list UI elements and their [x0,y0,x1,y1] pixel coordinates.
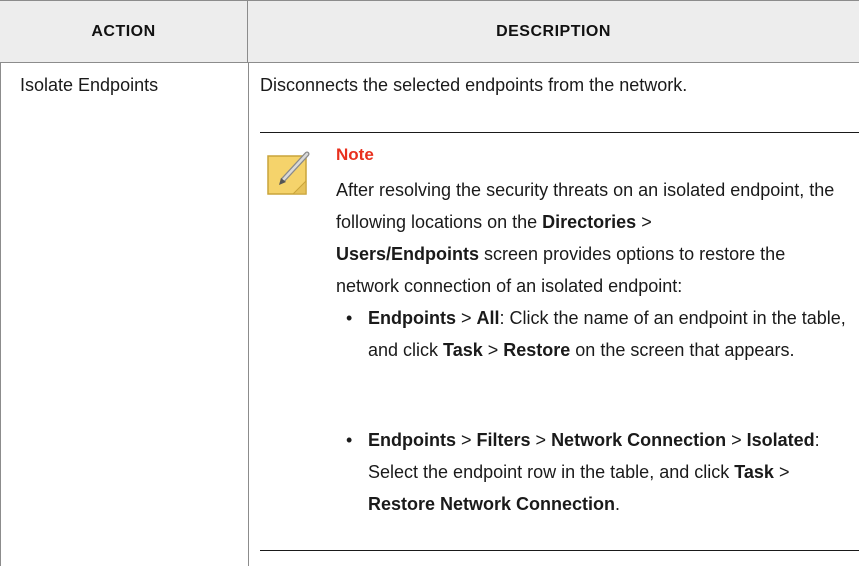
note-separator: > [636,212,652,232]
column-header-description: DESCRIPTION [248,0,859,63]
bullet1-sep2: > [482,340,504,360]
table-left-border [0,0,1,566]
note-pencil-icon [267,151,310,195]
bullet2-filters: Filters [476,430,531,450]
bullet2-sep1: > [456,430,477,450]
column-header-description-label: DESCRIPTION [496,22,611,40]
bullet2-task: Task [734,462,774,482]
bullet2-isolated: Isolated [746,430,815,450]
bullet2-sep3: > [726,430,747,450]
note-users-endpoints-label: Users/Endpoints [336,244,480,264]
note-bottom-rule [260,550,859,551]
bullet1-all: All [476,308,500,328]
note-directories-label: Directories [542,212,637,232]
action-cell: Isolate Endpoints [20,75,159,95]
bullet1-task: Task [443,340,483,360]
bullet2-restore-network-connection: Restore Network Connection [368,494,616,514]
note-title: Note [336,145,374,164]
bullet2-endpoints: Endpoints [368,430,456,450]
note-top-rule [260,132,859,133]
bullet1-endpoints: Endpoints [368,308,456,328]
column-divider [248,63,249,566]
bullet-icon: • [346,308,353,328]
bullet2-sep2: > [530,430,552,450]
column-header-action-label: ACTION [91,22,156,40]
bullet2-sep4: > [773,462,790,482]
bullet2-text2: . [615,494,621,514]
column-header-action: ACTION [0,0,248,63]
bullet-icon: • [346,430,353,450]
bullet1-text2: on the screen that appears. [570,340,795,360]
bullet2-network-connection: Network Connection [551,430,727,450]
bullet1-sep1: > [456,308,477,328]
note-body: After resolving the security threats on … [336,174,846,302]
action-description-table: ACTION DESCRIPTION Isolate Endpoints Dis… [0,0,859,566]
bullet1-restore: Restore [503,340,571,360]
description-text: Disconnects the selected endpoints from … [260,75,688,95]
